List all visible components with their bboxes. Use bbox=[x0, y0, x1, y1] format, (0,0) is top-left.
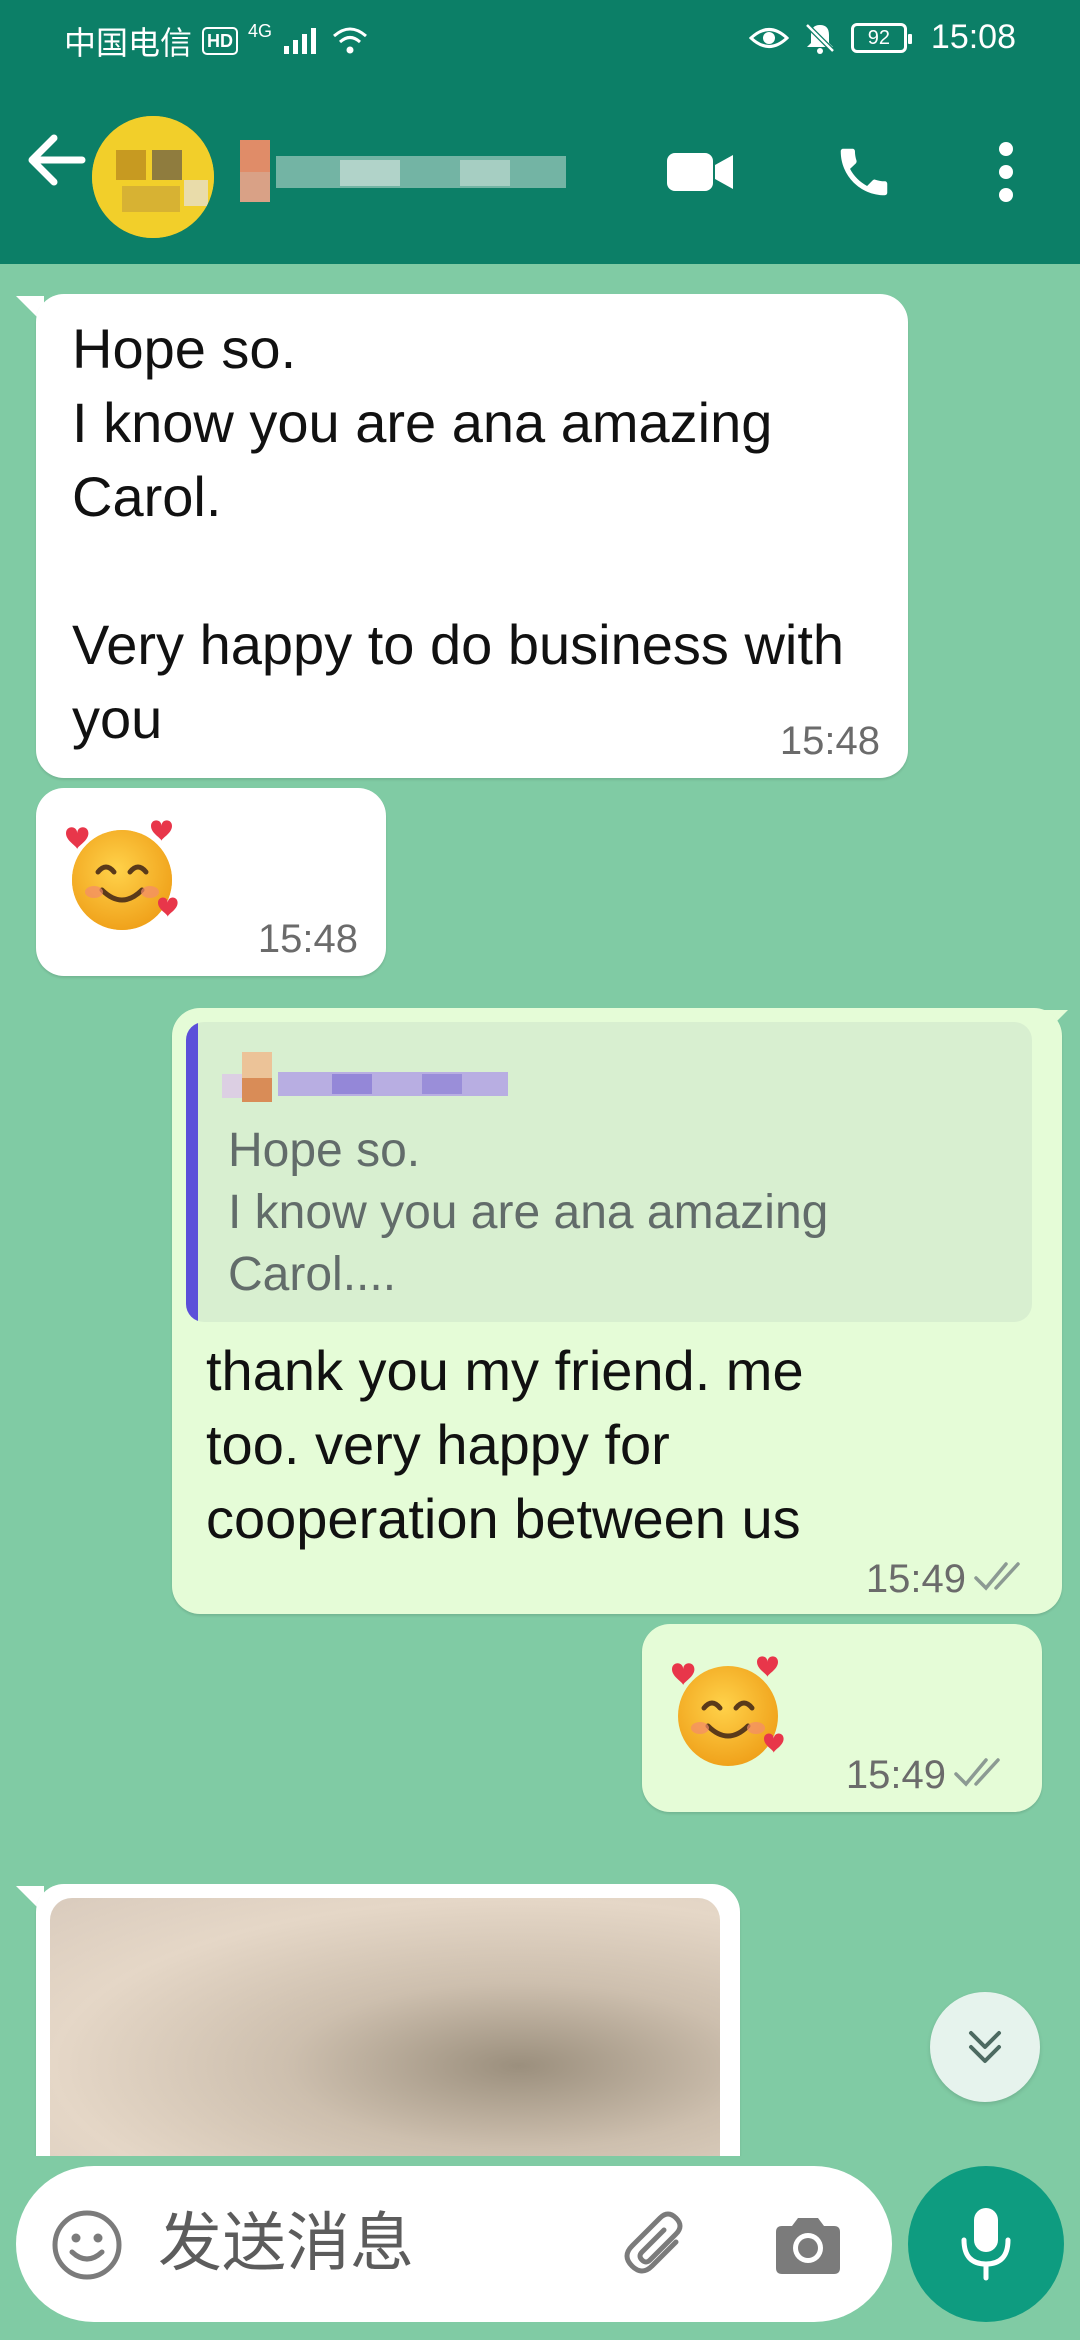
message-text: Hope so. I know you are ana amazing Caro… bbox=[72, 317, 845, 750]
read-ticks-icon bbox=[954, 1758, 1000, 1787]
voice-message-button[interactable] bbox=[908, 2166, 1064, 2322]
status-left: 中国电信 HD 4G bbox=[64, 18, 368, 64]
carrier-name: 中国电信 bbox=[64, 25, 193, 61]
message-time: 15:49 bbox=[845, 1753, 946, 1797]
smiling-face-with-hearts-icon bbox=[66, 820, 178, 930]
contact-name-pixelated[interactable] bbox=[240, 140, 570, 204]
read-ticks-icon bbox=[974, 1562, 1020, 1591]
photo-thumbnail[interactable] bbox=[50, 1898, 720, 2156]
video-call-button[interactable] bbox=[660, 132, 740, 212]
scroll-to-bottom-button[interactable] bbox=[930, 1992, 1040, 2102]
camera-button[interactable] bbox=[768, 2206, 848, 2286]
network-type: 4G bbox=[248, 20, 273, 41]
camera-icon bbox=[776, 2218, 840, 2274]
battery-indicator: 92 bbox=[850, 22, 912, 53]
message-composer bbox=[16, 2166, 892, 2322]
message-input[interactable] bbox=[158, 2202, 578, 2286]
message-time: 15:48 bbox=[779, 719, 880, 763]
emoji-icon bbox=[52, 2210, 122, 2280]
bell-muted-icon bbox=[805, 22, 835, 54]
status-right: 92 15:08 bbox=[748, 18, 1016, 57]
voice-call-button[interactable] bbox=[824, 132, 904, 212]
incoming-photo-message[interactable] bbox=[36, 1884, 740, 2156]
emoji-button[interactable] bbox=[50, 2208, 124, 2282]
paperclip-icon bbox=[624, 2211, 683, 2274]
signal-icon bbox=[284, 28, 317, 54]
outgoing-reply-message[interactable]: Hope so. I know you are ana amazing Caro… bbox=[172, 1008, 1062, 1614]
voice-call-icon bbox=[840, 148, 888, 196]
eye-icon bbox=[748, 27, 789, 48]
back-button[interactable] bbox=[22, 120, 92, 200]
status-time: 15:08 bbox=[930, 18, 1016, 56]
incoming-message[interactable]: Hope so. I know you are ana amazing Caro… bbox=[36, 294, 908, 778]
video-call-icon bbox=[667, 153, 733, 191]
quote-accent-bar bbox=[186, 1022, 198, 1322]
contact-avatar[interactable] bbox=[92, 116, 214, 238]
microphone-icon bbox=[961, 2208, 1011, 2281]
quoted-message[interactable]: Hope so. I know you are ana amazing Caro… bbox=[186, 1022, 1032, 1322]
hd-badge: HD bbox=[202, 27, 239, 55]
double-chevron-down-icon bbox=[969, 2031, 1001, 2063]
quoted-author-pixelated bbox=[222, 1052, 522, 1102]
message-time: 15:49 bbox=[865, 1557, 966, 1601]
outgoing-emoji-message[interactable]: 15:49 bbox=[642, 1624, 1042, 1812]
more-options-button[interactable] bbox=[966, 132, 1046, 212]
smiling-face-with-hearts-icon bbox=[672, 1656, 784, 1766]
message-time: 15:48 bbox=[257, 917, 358, 961]
attach-button[interactable] bbox=[616, 2206, 696, 2286]
wifi-icon bbox=[333, 27, 368, 54]
incoming-emoji-message[interactable]: 15:48 bbox=[36, 788, 386, 976]
more-vert-icon bbox=[999, 142, 1013, 202]
message-text: thank you my friend. me too. very happy … bbox=[206, 1339, 804, 1550]
back-arrow-icon bbox=[28, 134, 86, 186]
chat-header bbox=[0, 76, 1080, 264]
status-bar: 中国电信 HD 4G 92 15:08 bbox=[0, 0, 1080, 76]
quoted-text: Hope so. I know you are ana amazing Caro… bbox=[228, 1124, 829, 1301]
message-list[interactable]: Hope so. I know you are ana amazing Caro… bbox=[0, 264, 1080, 2156]
